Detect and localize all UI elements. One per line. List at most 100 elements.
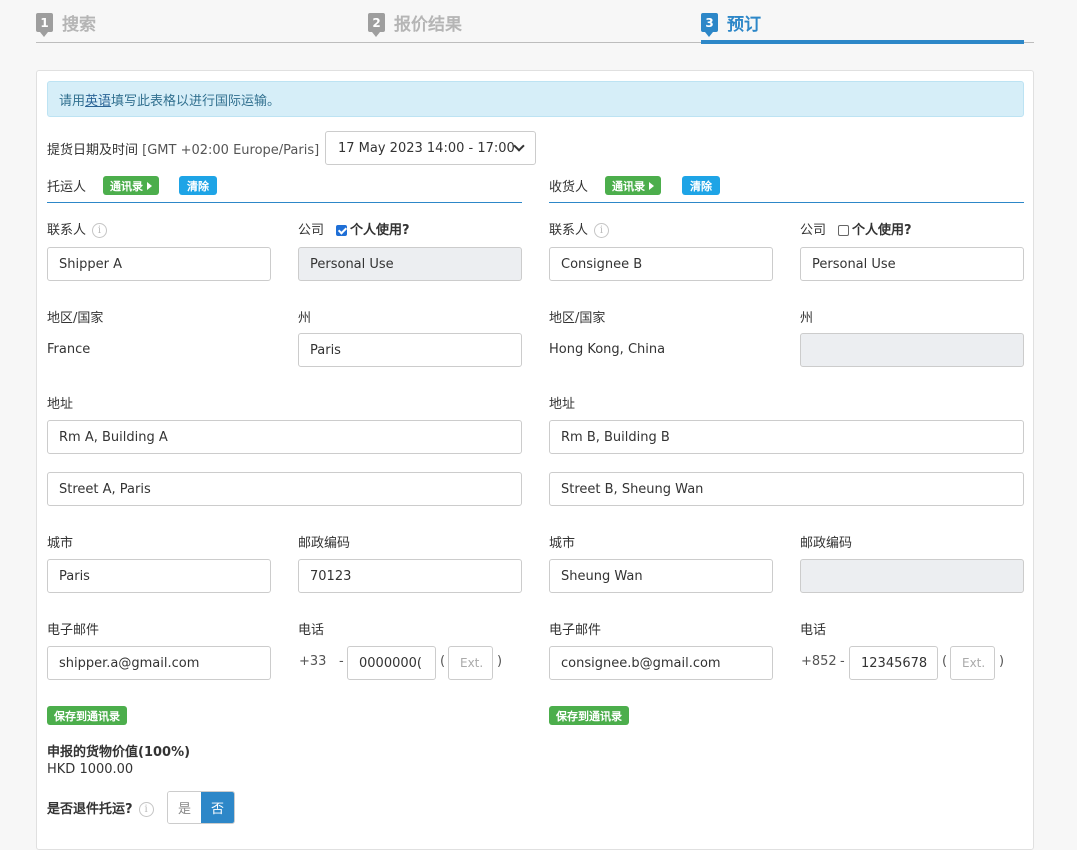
return-shipment-toggle: 是 否 bbox=[167, 791, 235, 824]
caret-right-icon bbox=[649, 181, 654, 190]
shipper-clear-button[interactable]: 清除 bbox=[179, 176, 217, 195]
consignee-save-to-book-button[interactable]: 保存到通讯录 bbox=[549, 706, 629, 725]
shipper-address-book-button[interactable]: 通讯录 bbox=[103, 176, 159, 195]
declared-value-label: 申报的货物价值(100%) bbox=[47, 745, 191, 760]
chevron-down-icon bbox=[513, 140, 525, 152]
shipper-phone-label: 电话 bbox=[298, 623, 325, 638]
shipper-state-input[interactable]: Paris bbox=[298, 333, 522, 367]
consignee-phone-code: +852 bbox=[801, 654, 837, 669]
english-notice: 请用 英语 填写此表格以进行国际运输。 bbox=[47, 81, 1024, 117]
address-book-label: 通讯录 bbox=[612, 179, 645, 193]
phone-dash: - bbox=[840, 654, 845, 669]
shipper-contact-input[interactable]: Shipper A bbox=[47, 247, 271, 281]
company-label: 公司 bbox=[298, 223, 325, 238]
consignee-personal-use-checkbox[interactable] bbox=[838, 225, 850, 236]
consignee-address2-input[interactable]: Street B, Sheung Wan bbox=[549, 472, 1024, 506]
notice-prefix: 请用 bbox=[59, 93, 86, 109]
consignee-email-input[interactable]: consignee.b@gmail.com bbox=[549, 646, 773, 680]
contact-label: 联系人 bbox=[47, 223, 87, 238]
phone-dash: - bbox=[339, 654, 344, 669]
shipper-contact-label-row: 联系人 i bbox=[47, 219, 108, 238]
pickup-label: 提货日期及时间 bbox=[47, 143, 139, 158]
consignee-city-label: 城市 bbox=[549, 536, 576, 551]
consignee-title: 收货人 bbox=[549, 180, 589, 195]
consignee-contact-input[interactable]: Consignee B bbox=[549, 247, 773, 281]
booking-form-card: 请用 英语 填写此表格以进行国际运输。 提货日期及时间 [GMT +02:00 … bbox=[36, 70, 1034, 850]
shipper-phone-input[interactable]: 0000000( bbox=[347, 646, 436, 680]
consignee-phone-input[interactable]: 12345678 bbox=[849, 646, 938, 680]
shipper-country-value: France bbox=[47, 342, 91, 357]
consignee-state-label: 州 bbox=[800, 311, 814, 326]
declared-value: HKD 1000.00 bbox=[47, 762, 134, 777]
shipper-title: 托运人 bbox=[47, 180, 87, 195]
consignee-phone-label: 电话 bbox=[800, 623, 827, 638]
company-label: 公司 bbox=[800, 223, 827, 238]
info-icon[interactable]: i bbox=[92, 223, 108, 238]
consignee-email-label: 电子邮件 bbox=[549, 623, 602, 638]
shipper-company-label-row: 公司 个人使用? bbox=[298, 219, 410, 238]
shipper-email-label: 电子邮件 bbox=[47, 623, 100, 638]
return-yes-button[interactable]: 是 bbox=[168, 792, 201, 823]
consignee-postcode-label: 邮政编码 bbox=[800, 536, 853, 551]
pickup-timezone: [GMT +02:00 Europe/Paris] bbox=[142, 143, 320, 158]
step-number: 2 bbox=[368, 13, 385, 37]
info-icon[interactable]: i bbox=[594, 223, 610, 238]
info-icon[interactable]: i bbox=[138, 802, 154, 817]
shipper-state-label: 州 bbox=[298, 311, 312, 326]
shipper-postcode-input[interactable]: 70123 bbox=[298, 559, 522, 593]
shipper-divider bbox=[47, 202, 522, 203]
consignee-clear-button[interactable]: 清除 bbox=[682, 176, 720, 195]
shipper-ext-input[interactable]: Ext. bbox=[448, 646, 493, 680]
consignee-divider bbox=[549, 202, 1024, 203]
consignee-postcode-input[interactable] bbox=[800, 559, 1024, 593]
consignee-contact-label-row: 联系人 i bbox=[549, 219, 610, 238]
return-shipment-label: 是否退件托运? bbox=[47, 802, 133, 817]
shipper-address2-input[interactable]: Street A, Paris bbox=[47, 472, 522, 506]
personal-use-label: 个人使用? bbox=[350, 223, 410, 238]
consignee-address1-input[interactable]: Rm B, Building B bbox=[549, 420, 1024, 454]
ext-open-paren: ( bbox=[942, 654, 948, 669]
shipper-email-input[interactable]: shipper.a@gmail.com bbox=[47, 646, 271, 680]
notice-english-link[interactable]: 英语 bbox=[85, 90, 111, 109]
shipper-company-input[interactable]: Personal Use bbox=[298, 247, 522, 281]
return-no-button[interactable]: 否 bbox=[201, 792, 234, 823]
consignee-state-input[interactable] bbox=[800, 333, 1024, 367]
shipper-personal-use-checkbox[interactable] bbox=[336, 225, 348, 236]
shipper-city-input[interactable]: Paris bbox=[47, 559, 271, 593]
ext-close-paren: ) bbox=[497, 654, 503, 669]
step-search[interactable]: 1 搜索 bbox=[36, 10, 96, 37]
consignee-address-label: 地址 bbox=[549, 397, 576, 412]
step-number: 3 bbox=[701, 13, 718, 37]
steps-bar: 1 搜索 2 报价结果 3 预订 bbox=[36, 0, 1034, 44]
pickup-label-row: 提货日期及时间 [GMT +02:00 Europe/Paris] bbox=[47, 139, 319, 158]
return-shipment-label-row: 是否退件托运? i bbox=[47, 798, 154, 817]
shipper-phone-code: +33 bbox=[299, 654, 327, 669]
ext-open-paren: ( bbox=[440, 654, 446, 669]
pickup-time-select[interactable]: 17 May 2023 14:00 - 17:00 bbox=[325, 131, 536, 165]
personal-use-label: 个人使用? bbox=[852, 223, 912, 238]
pickup-time-value: 17 May 2023 14:00 - 17:00 bbox=[338, 140, 515, 156]
consignee-address-book-button[interactable]: 通讯录 bbox=[605, 176, 661, 195]
step-quote-results[interactable]: 2 报价结果 bbox=[368, 10, 462, 37]
shipper-address1-input[interactable]: Rm A, Building A bbox=[47, 420, 522, 454]
notice-suffix: 填写此表格以进行国际运输。 bbox=[111, 93, 281, 109]
contact-label: 联系人 bbox=[549, 223, 589, 238]
consignee-country-value: Hong Kong, China bbox=[549, 342, 666, 357]
shipper-region-label: 地区/国家 bbox=[47, 311, 104, 326]
caret-right-icon bbox=[147, 181, 152, 190]
step-label: 报价结果 bbox=[394, 15, 462, 35]
consignee-ext-input[interactable]: Ext. bbox=[950, 646, 995, 680]
consignee-company-label-row: 公司 个人使用? bbox=[800, 219, 912, 238]
step-booking[interactable]: 3 预订 bbox=[701, 10, 761, 37]
ext-close-paren: ) bbox=[999, 654, 1005, 669]
consignee-city-input[interactable]: Sheung Wan bbox=[549, 559, 773, 593]
consignee-region-label: 地区/国家 bbox=[549, 311, 606, 326]
shipper-save-to-book-button[interactable]: 保存到通讯录 bbox=[47, 706, 127, 725]
consignee-company-input[interactable]: Personal Use bbox=[800, 247, 1024, 281]
shipper-postcode-label: 邮政编码 bbox=[298, 536, 351, 551]
step-label: 预订 bbox=[727, 15, 761, 35]
active-step-underline bbox=[701, 40, 1024, 44]
address-book-label: 通讯录 bbox=[110, 179, 143, 193]
step-number: 1 bbox=[36, 13, 53, 37]
shipper-address-label: 地址 bbox=[47, 397, 74, 412]
